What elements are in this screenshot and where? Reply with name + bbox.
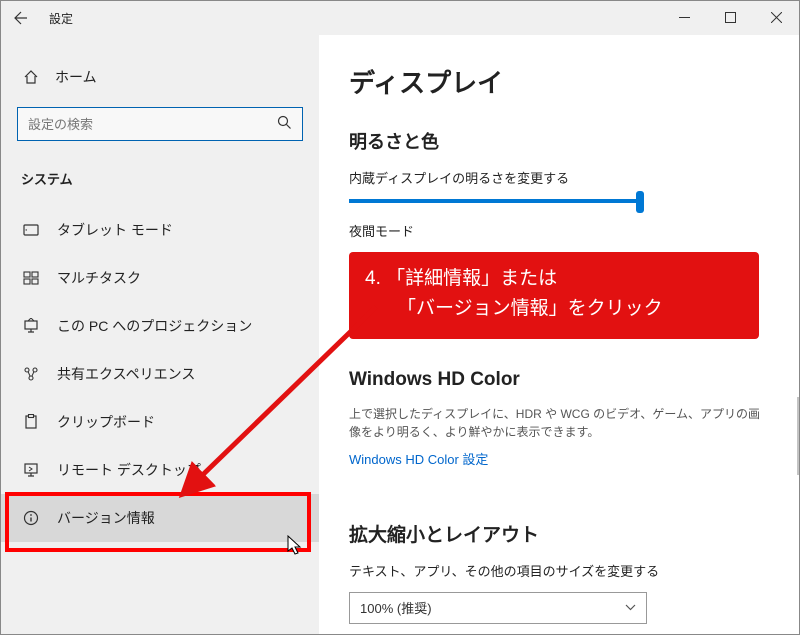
back-button[interactable] [1,10,41,26]
sidebar-item-about[interactable]: バージョン情報 [1,494,319,542]
sidebar-item-tablet[interactable]: タブレット モード [1,206,319,254]
sidebar-item-label: マルチタスク [57,268,141,288]
sidebar-item-label: リモート デスクトップ [57,460,201,480]
close-button[interactable] [753,1,799,33]
page-title: ディスプレイ [349,63,769,100]
settings-window: 設定 ホーム [0,0,800,635]
sidebar-item-label: クリップボード [57,412,155,432]
brightness-label: 内蔵ディスプレイの明るさを変更する [349,168,769,187]
window-title: 設定 [49,10,73,27]
callout-line1: 4. 「詳細情報」または [365,264,743,294]
hdcolor-link[interactable]: Windows HD Color 設定 [349,449,488,468]
sidebar-item-label: タブレット モード [57,220,173,240]
titlebar: 設定 [1,1,799,35]
sidebar-item-share[interactable]: 共有エクスペリエンス [1,350,319,398]
sidebar-item-multitask[interactable]: マルチタスク [1,254,319,302]
sidebar-item-projection[interactable]: この PC へのプロジェクション [1,302,319,350]
maximize-icon [725,12,736,23]
home-icon [21,69,41,85]
chevron-down-icon [625,602,636,614]
minimize-button[interactable] [661,1,707,33]
window-controls [661,1,799,33]
sidebar-item-label: この PC へのプロジェクション [57,316,252,336]
night-mode-label: 夜間モード [349,221,769,240]
info-icon [21,510,41,526]
annotation-callout: 4. 「詳細情報」または 「バージョン情報」をクリック [349,252,759,339]
slider-thumb[interactable] [636,191,644,213]
brightness-subhead: 明るさと色 [349,128,769,154]
sidebar: ホーム システム タブレット モード マルチタスク [1,35,319,634]
content-pane: ディスプレイ 明るさと色 内蔵ディスプレイの明るさを変更する 夜間モード 4. … [319,35,799,634]
brightness-slider[interactable] [349,199,641,203]
home-navitem[interactable]: ホーム [1,59,319,101]
scale-dropdown[interactable]: 100% (推奨) [349,592,647,624]
hdcolor-head: Windows HD Color [349,369,769,391]
projection-icon [21,318,41,334]
clipboard-icon [21,414,41,430]
scale-value: 100% (推奨) [360,598,432,617]
scrollbar-indicator[interactable] [797,397,799,475]
scale-head: 拡大縮小とレイアウト [349,520,769,547]
search-field[interactable] [17,107,303,141]
tablet-icon [21,222,41,238]
remote-desktop-icon [21,462,41,478]
minimize-icon [679,12,690,23]
share-icon [21,366,41,382]
arrow-left-icon [13,10,29,26]
sidebar-item-label: 共有エクスペリエンス [57,364,195,384]
scale-label: テキスト、アプリ、その他の項目のサイズを変更する [349,561,769,580]
category-label: システム [1,161,319,206]
maximize-button[interactable] [707,1,753,33]
sidebar-item-label: バージョン情報 [57,508,155,528]
callout-line2: 「バージョン情報」をクリック [365,294,743,324]
multitask-icon [21,270,41,286]
home-label: ホーム [55,67,97,87]
hdcolor-description: 上で選択したディスプレイに、HDR や WCG のビデオ、ゲーム、アプリの画像を… [349,405,769,441]
close-icon [771,12,782,23]
main-area: ホーム システム タブレット モード マルチタスク [1,35,799,634]
search-input[interactable] [28,117,277,132]
sidebar-item-clipboard[interactable]: クリップボード [1,398,319,446]
sidebar-item-remote[interactable]: リモート デスクトップ [1,446,319,494]
search-icon [277,115,292,133]
